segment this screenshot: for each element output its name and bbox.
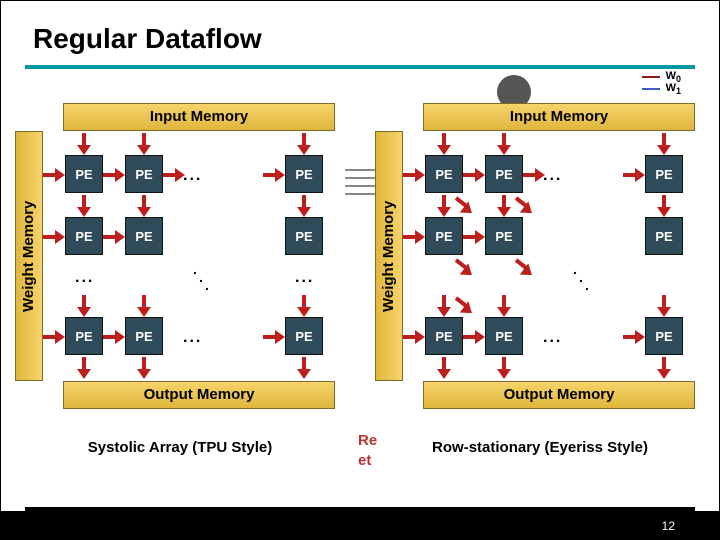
pe-tile: PE (645, 217, 683, 255)
arrow-down-icon (437, 195, 451, 217)
weight-memory-bank: Weight Memory (15, 131, 43, 381)
legend-sub-w1: 1 (676, 86, 681, 96)
pe-tile: PE (425, 217, 463, 255)
pe-tile: PE (65, 317, 103, 355)
arrow-down-icon (77, 295, 91, 317)
output-memory-bank: Output Memory (423, 381, 695, 409)
output-memory-bank: Output Memory (63, 381, 335, 409)
arrow-right-icon (463, 168, 485, 182)
pe-tile: PE (285, 155, 323, 193)
hdots: ... (295, 269, 314, 287)
arrow-right-icon (523, 168, 545, 182)
arrow-right-icon (403, 230, 425, 244)
arrow-right-icon (403, 330, 425, 344)
pe-tile: PE (65, 217, 103, 255)
diagram-area: W0 W1 on Re et Input Memory Weight Memor… (25, 83, 695, 513)
arrow-down-icon (77, 195, 91, 217)
hdots: ... (543, 329, 562, 347)
pe-tile: PE (645, 155, 683, 193)
input-memory-bank: Input Memory (63, 103, 335, 131)
pe-tile: PE (645, 317, 683, 355)
panels-row: Input Memory Weight Memory PE PE ... PE (15, 103, 705, 456)
arrow-down-icon (437, 295, 451, 317)
arrow-diagonal-icon (513, 193, 535, 215)
pe-tile: PE (485, 155, 523, 193)
arrow-right-icon (623, 330, 645, 344)
pe-tile: PE (485, 217, 523, 255)
arrow-down-icon (497, 133, 511, 155)
arrow-right-icon (103, 168, 125, 182)
pe-tile: PE (425, 155, 463, 193)
legend: W0 W1 (642, 71, 681, 95)
arrow-right-icon (463, 230, 485, 244)
arrow-diagonal-icon (453, 193, 475, 215)
pe-tile: PE (125, 217, 163, 255)
panel-caption-eyeriss: Row-stationary (Eyeriss Style) (375, 439, 705, 456)
arrow-down-icon (657, 295, 671, 317)
legend-row-w1: W1 (642, 83, 681, 95)
arrow-down-icon (137, 357, 151, 379)
arrow-right-icon (263, 330, 285, 344)
arrow-right-icon (263, 168, 285, 182)
arrow-down-icon (137, 295, 151, 317)
arrow-right-icon (403, 168, 425, 182)
arrow-down-icon (497, 195, 511, 217)
hdots: ... (543, 167, 562, 185)
arrow-right-icon (43, 230, 65, 244)
pe-grid-eyeriss: PE PE ... PE (403, 131, 705, 381)
pe-tile: PE (125, 317, 163, 355)
pe-tile: PE (285, 317, 323, 355)
arrow-diagonal-icon (513, 255, 535, 277)
arrow-down-icon (657, 195, 671, 217)
page-number: 12 (654, 519, 683, 533)
arrow-down-icon (657, 133, 671, 155)
legend-label-w0: W (666, 70, 676, 82)
arrow-down-icon (657, 357, 671, 379)
legend-label-w1: W (666, 82, 676, 94)
arrow-down-icon (497, 357, 511, 379)
footer-bar (1, 511, 719, 539)
weight-memory-bank: Weight Memory (375, 131, 403, 381)
arrow-down-icon (77, 357, 91, 379)
arrow-down-icon (297, 195, 311, 217)
arrow-down-icon (297, 295, 311, 317)
pe-tile: PE (485, 317, 523, 355)
hdots: ... (183, 167, 202, 185)
hdots: ... (75, 269, 94, 287)
arrow-down-icon (437, 133, 451, 155)
arrow-right-icon (103, 230, 125, 244)
panel-caption-systolic: Systolic Array (TPU Style) (15, 439, 345, 456)
arrow-right-icon (163, 168, 185, 182)
arrow-down-icon (297, 133, 311, 155)
pe-tile: PE (125, 155, 163, 193)
hdots: ... (183, 329, 202, 347)
arrow-right-icon (43, 330, 65, 344)
pe-tile: PE (285, 217, 323, 255)
panel-row-stationary: Input Memory Weight Memory PE PE ... PE (375, 103, 705, 456)
legend-swatch-w1 (642, 88, 660, 90)
legend-swatch-w0 (642, 76, 660, 78)
arrow-down-icon (137, 195, 151, 217)
pe-grid-systolic: PE PE ... PE PE (43, 131, 345, 381)
page-title: Regular Dataflow (25, 19, 695, 69)
panel-systolic: Input Memory Weight Memory PE PE ... PE (15, 103, 345, 456)
slide: Regular Dataflow W0 W1 on Re et Input Me… (0, 0, 720, 540)
arrow-down-icon (497, 295, 511, 317)
arrow-down-icon (137, 133, 151, 155)
arrow-right-icon (623, 168, 645, 182)
arrow-diagonal-icon (453, 293, 475, 315)
arrow-right-icon (43, 168, 65, 182)
input-memory-bank: Input Memory (423, 103, 695, 131)
pe-tile: PE (65, 155, 103, 193)
arrow-right-icon (103, 330, 125, 344)
arrow-down-icon (77, 133, 91, 155)
arrow-diagonal-icon (453, 255, 475, 277)
arrow-right-icon (463, 330, 485, 344)
arrow-down-icon (297, 357, 311, 379)
arrow-down-icon (437, 357, 451, 379)
pe-tile: PE (425, 317, 463, 355)
